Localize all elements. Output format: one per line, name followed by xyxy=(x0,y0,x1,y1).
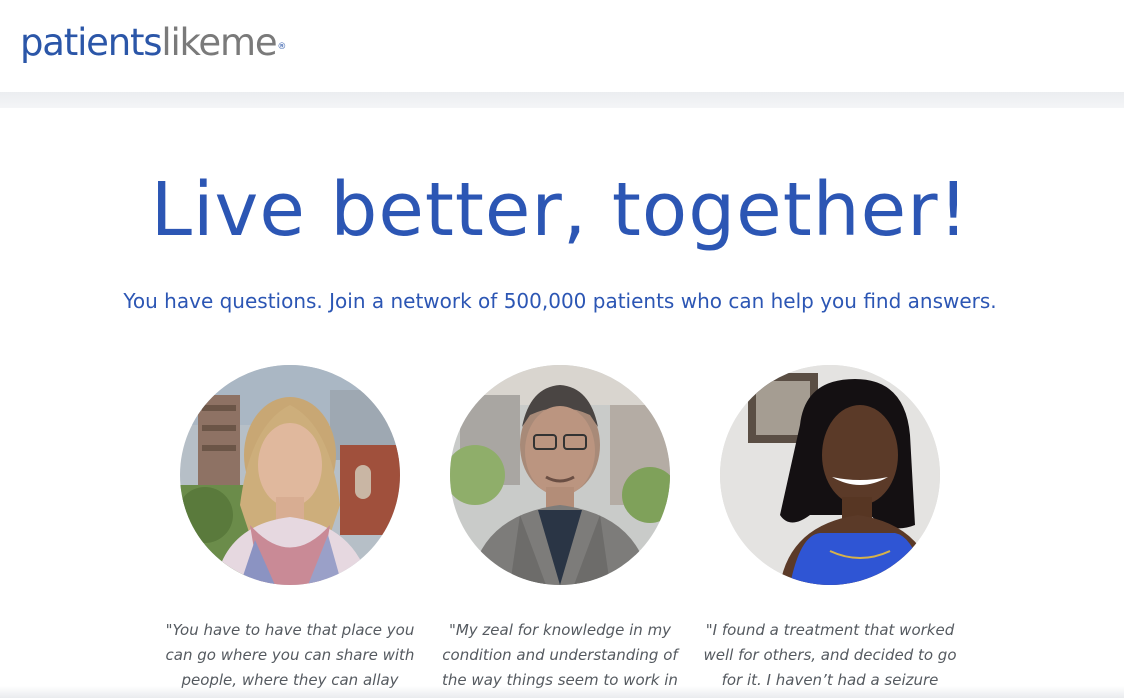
logo-text-patients: patients xyxy=(20,21,163,64)
testimonial-photo-man-glasses xyxy=(450,365,670,585)
testimonial-photo-woman-blonde xyxy=(180,365,400,585)
testimonial-quote: "You have to have that place you can go … xyxy=(165,621,415,689)
testimonial-card: "I found a treatment that worked well fo… xyxy=(700,365,960,689)
patientslikeme-logo[interactable]: patientslikeme® xyxy=(20,18,286,68)
portrait-image xyxy=(720,365,940,585)
hero-headline: Live better, together! xyxy=(150,167,970,253)
bottom-fade xyxy=(0,686,1124,698)
testimonial-card: "You have to have that place you can go … xyxy=(160,365,420,689)
logo-text-likeme: likeme xyxy=(161,21,277,64)
registered-mark: ® xyxy=(277,42,286,52)
testimonial-photo-woman-blue xyxy=(720,365,940,585)
testimonial-quote: "I found a treatment that worked well fo… xyxy=(703,621,957,689)
header-divider xyxy=(0,92,1124,108)
hero-subline: You have questions. Join a network of 50… xyxy=(123,289,997,313)
portrait-image xyxy=(180,365,400,585)
portrait-image xyxy=(450,365,670,585)
testimonial-card: "My zeal for knowledge in my condition a… xyxy=(430,365,690,689)
site-header: patientslikeme® xyxy=(0,0,1124,92)
testimonial-quote: "My zeal for knowledge in my condition a… xyxy=(442,621,678,689)
